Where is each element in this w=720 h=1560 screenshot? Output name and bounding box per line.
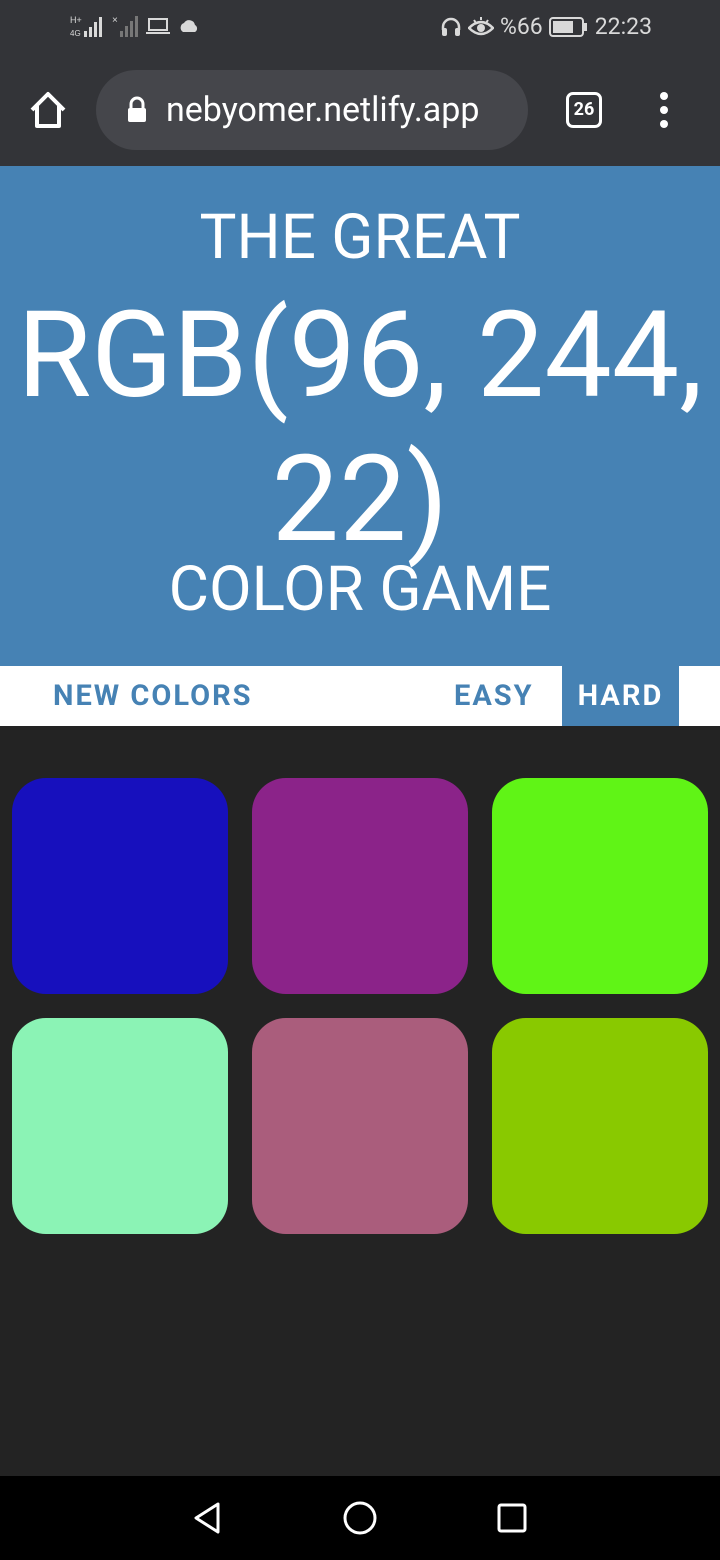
system-nav-bar: [0, 1476, 720, 1560]
back-icon[interactable]: [188, 1498, 228, 1538]
color-square[interactable]: [12, 1018, 228, 1234]
home-circle-icon[interactable]: [340, 1498, 380, 1538]
clock: 22:23: [594, 13, 652, 40]
easy-mode-button[interactable]: EASY: [454, 666, 534, 726]
color-square[interactable]: [252, 778, 468, 994]
color-square[interactable]: [12, 778, 228, 994]
color-square[interactable]: [252, 1018, 468, 1234]
browser-toolbar: nebyomer.netlify.app 26: [0, 56, 720, 166]
laptop-icon: [146, 18, 170, 34]
color-square[interactable]: [492, 1018, 708, 1234]
rgb-display: RGB(96, 244, 22): [17, 286, 703, 570]
menu-dots-icon: [660, 92, 668, 128]
color-square[interactable]: [492, 778, 708, 994]
battery-icon: [548, 17, 587, 37]
svg-text:×: ×: [112, 15, 118, 26]
hard-mode-button[interactable]: HARD: [562, 666, 679, 726]
menu-button[interactable]: [654, 90, 674, 130]
svg-text:4G: 4G: [70, 29, 81, 38]
eye-icon: [468, 17, 495, 36]
new-colors-button[interactable]: NEW COLORS: [53, 666, 253, 726]
controls-stripe: NEW COLORS EASY HARD: [0, 666, 720, 726]
tabs-button[interactable]: 26: [566, 92, 602, 128]
status-bar: H+ 4G × %66 22:23: [0, 0, 720, 56]
home-icon: [30, 92, 66, 128]
title-line-bottom: COLOR GAME: [168, 553, 552, 626]
signal-h-plus-icon: H+ 4G: [70, 15, 102, 38]
address-bar[interactable]: nebyomer.netlify.app: [96, 70, 528, 150]
status-right-icons: %66 22:23: [440, 13, 652, 41]
game-header: THE GREAT RGB(96, 244, 22) COLOR GAME: [0, 166, 720, 666]
lock-icon: [128, 96, 146, 122]
status-left-icons: H+ 4G ×: [70, 14, 200, 38]
cloud-icon: [180, 20, 198, 32]
color-grid: [0, 726, 720, 1476]
url-text: nebyomer.netlify.app: [166, 90, 480, 130]
title-line-top: THE GREAT: [199, 201, 521, 274]
signal-no-sim-icon: ×: [112, 15, 138, 37]
svg-text:H+: H+: [70, 15, 82, 25]
home-button[interactable]: [26, 88, 70, 132]
battery-percent: %66: [500, 13, 543, 40]
recents-icon[interactable]: [492, 1498, 532, 1538]
headphones-icon: [441, 17, 461, 36]
tab-count: 26: [573, 99, 595, 120]
